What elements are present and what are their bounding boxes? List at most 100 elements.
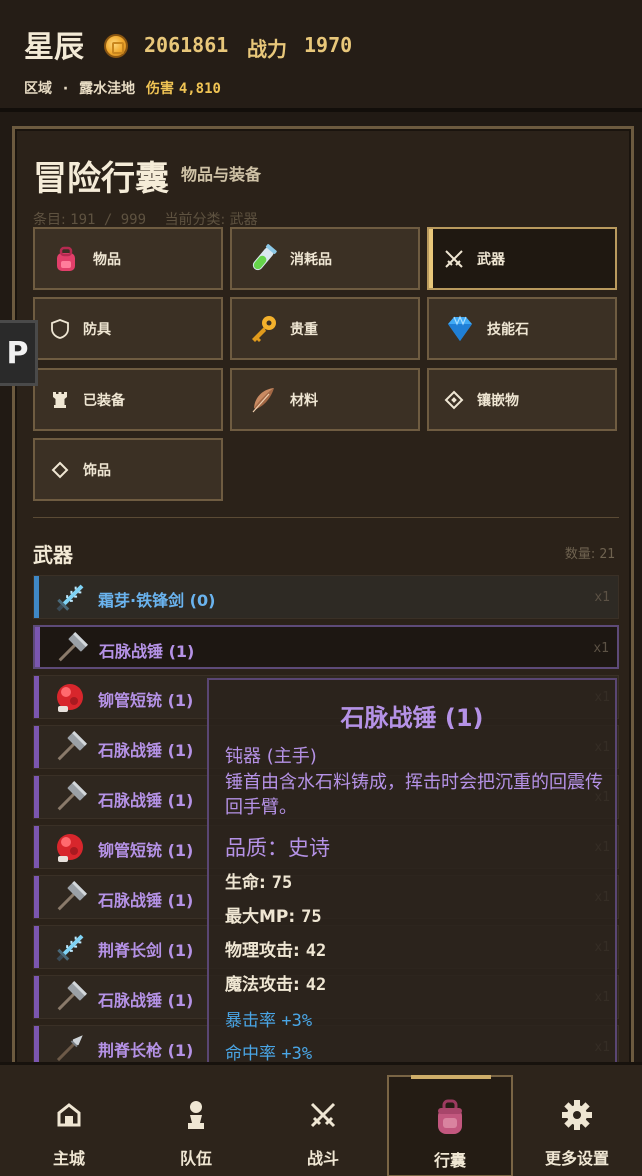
damage-value: 4,810 — [178, 81, 221, 97]
rook-icon — [49, 389, 71, 411]
panel-title: 冒险行囊 — [33, 159, 169, 199]
tooltip-bonus: 命中率 +3% — [225, 1039, 312, 1064]
item-name: 石脉战锤 (1) — [98, 741, 194, 760]
category-label: 饰品 — [83, 462, 111, 479]
rarity-accent — [35, 627, 40, 667]
top-status-bar: 星辰 2061861 战力 1970 区域 · 露水洼地 伤害 4,810 — [0, 0, 642, 112]
nav-settings[interactable]: 更多设置 — [514, 1075, 640, 1176]
tooltip-title: 石脉战锤 (1) — [340, 704, 484, 732]
region-label: 区域 — [24, 81, 52, 97]
category-value: 武器 — [229, 212, 258, 228]
tooltip-stat: 最大MP: 75 — [225, 902, 322, 927]
category-label: 当前分类: — [164, 212, 226, 228]
potion-icon — [246, 242, 280, 276]
stat-value: 75 — [301, 907, 322, 927]
backpack-icon — [430, 1097, 470, 1137]
hammer-icon — [53, 631, 89, 667]
bonus-label: 命中率 — [225, 1044, 276, 1064]
item-name: 铆管短铳 (1) — [98, 841, 194, 860]
damage-label: 伤害 — [145, 81, 174, 97]
section-count-value: 21 — [599, 547, 615, 562]
nav-inventory[interactable]: 行囊 — [387, 1075, 513, 1176]
separator: · — [62, 81, 69, 97]
category-label: 技能石 — [487, 321, 529, 338]
crossed-swords-icon — [303, 1095, 343, 1135]
category-skill-stones-button[interactable]: 技能石 — [427, 297, 617, 360]
item-row[interactable]: 石脉战锤 (1) x1 — [33, 625, 619, 669]
category-accessories-button[interactable]: 饰品 — [33, 438, 223, 501]
nav-label: 行囊 — [433, 1151, 466, 1170]
rarity-accent — [34, 876, 39, 918]
player-name: 星辰 — [24, 30, 84, 65]
category-items-button[interactable]: 物品 — [33, 227, 223, 290]
nav-label: 战斗 — [306, 1149, 339, 1168]
item-name: 荆脊长枪 (1) — [98, 1041, 194, 1060]
bottom-navigation: 主城 队伍 战斗 行囊 更多设置 — [0, 1062, 642, 1176]
hammer-icon — [52, 880, 88, 916]
item-name: 霜芽·铁锋剑 (0) — [98, 591, 216, 610]
hammer-icon — [52, 780, 88, 816]
item-detail-tooltip: 石脉战锤 (1) 钝器 (主手) 锤首由含水石料铸成，挥击时会把沉重的回震传回手… — [207, 678, 617, 1066]
stat-value: 42 — [305, 941, 327, 961]
key-icon — [246, 312, 280, 346]
section-count: 数量: 21 — [565, 543, 615, 562]
diamond-outline-icon — [49, 459, 71, 481]
section-count-label: 数量: — [564, 547, 596, 562]
stat-value: 75 — [271, 873, 293, 893]
backpack-icon — [49, 242, 83, 276]
region-damage-row: 区域 · 露水洼地 伤害 4,810 — [24, 78, 221, 98]
category-label: 防具 — [83, 321, 111, 338]
rarity-accent — [34, 826, 39, 868]
nav-label: 队伍 — [179, 1149, 212, 1168]
category-label: 材料 — [290, 392, 318, 409]
item-quantity: x1 — [593, 641, 609, 656]
bonus-label: 暴击率 — [225, 1011, 276, 1031]
coin-icon — [104, 34, 128, 58]
stat-label: 魔法攻击: — [225, 975, 300, 995]
panel-subtitle: 物品与装备 — [181, 165, 262, 184]
nav-label: 更多设置 — [544, 1149, 609, 1168]
item-name: 石脉战锤 (1) — [98, 991, 194, 1010]
gear-icon — [557, 1095, 597, 1135]
tooltip-item-type: 钝器 (主手) — [225, 746, 317, 767]
category-label: 武器 — [477, 251, 505, 268]
inventory-count-line: 条目: 191 / 999 当前分类: 武器 — [33, 209, 258, 229]
spear-icon — [52, 1030, 88, 1066]
rarity-accent — [34, 726, 39, 768]
category-weapons-button[interactable]: 武器 — [427, 227, 617, 290]
bonus-value: +3% — [281, 1044, 313, 1064]
rarity-accent — [34, 976, 39, 1018]
category-valuables-button[interactable]: 贵重 — [230, 297, 420, 360]
nav-battle[interactable]: 战斗 — [260, 1075, 386, 1176]
category-label: 贵重 — [290, 321, 318, 338]
section-divider — [33, 517, 619, 518]
item-quantity: x1 — [594, 590, 610, 605]
category-inlays-button[interactable]: 镶嵌物 — [427, 368, 617, 431]
ice-sword-icon — [52, 580, 88, 616]
gold-amount: 2061861 — [144, 33, 229, 57]
section-title: 武器 — [33, 543, 73, 567]
region-name: 露水洼地 — [79, 81, 136, 97]
item-name: 铆管短铳 (1) — [98, 691, 194, 710]
red-gun-icon — [52, 680, 88, 716]
hammer-icon — [52, 730, 88, 766]
side-tab-label: P — [6, 335, 29, 371]
count-value: 191 / 999 — [70, 212, 147, 228]
nav-town[interactable]: 主城 — [6, 1075, 132, 1176]
item-name: 荆脊长剑 (1) — [98, 941, 194, 960]
item-row[interactable]: 霜芽·铁锋剑 (0) x1 — [33, 575, 619, 619]
category-equipped-button[interactable]: 已装备 — [33, 368, 223, 431]
tooltip-bonus: 暴击率 +3% — [225, 1006, 312, 1031]
category-armor-button[interactable]: 防具 — [33, 297, 223, 360]
category-materials-button[interactable]: 材料 — [230, 368, 420, 431]
nav-label: 主城 — [52, 1149, 85, 1168]
stat-label: 最大MP: — [225, 907, 296, 927]
side-tab-button[interactable]: P — [0, 320, 38, 386]
category-label: 物品 — [93, 251, 121, 268]
tooltip-stat: 魔法攻击: 42 — [225, 970, 326, 995]
category-consumables-button[interactable]: 消耗品 — [230, 227, 420, 290]
nav-team[interactable]: 队伍 — [133, 1075, 259, 1176]
shield-icon — [49, 318, 71, 340]
rarity-accent — [34, 776, 39, 818]
tooltip-quality: 品质：史诗 — [225, 836, 330, 860]
